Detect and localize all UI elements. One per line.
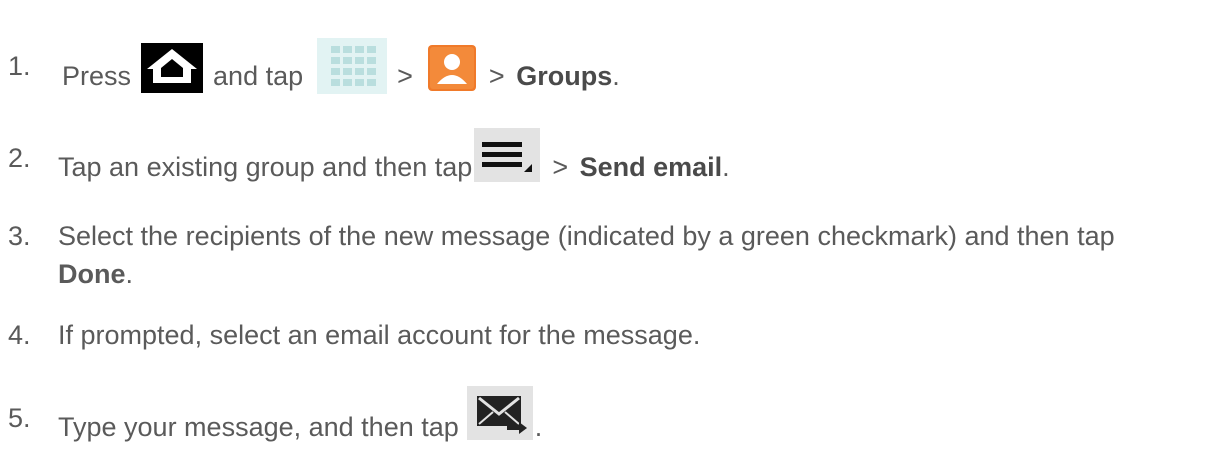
step-word: Press — [62, 61, 132, 92]
step-text-continued: Done. — [58, 258, 133, 290]
step-number: 4. — [8, 320, 31, 350]
contacts-icon — [425, 42, 479, 94]
send-message-icon — [466, 386, 533, 440]
step-text: Press and tap > > Groups. — [58, 38, 620, 106]
period: . — [534, 412, 543, 443]
separator: > — [488, 61, 505, 92]
step-sentence: Tap an existing group and then tap — [58, 152, 473, 183]
step-word: and tap — [213, 61, 304, 92]
step-number: 5. — [8, 403, 31, 433]
send-email-label: Send email — [579, 152, 723, 183]
done-label: Done — [58, 259, 126, 289]
period: . — [125, 259, 134, 289]
separator: > — [552, 152, 569, 183]
home-icon — [141, 43, 204, 93]
step-sentence: Type your message, and then tap — [58, 412, 459, 443]
separator: > — [397, 61, 413, 92]
apps-grid-icon — [317, 38, 388, 94]
period: . — [612, 61, 620, 92]
menu-icon — [474, 128, 541, 182]
step-text: Tap an existing group and then tap > Sen… — [58, 128, 730, 196]
step-sentence: If prompted, select an email account for… — [58, 320, 701, 350]
period: . — [722, 152, 730, 183]
step-number: 1. — [8, 51, 31, 81]
step-sentence: Select the recipients of the new message… — [58, 221, 1115, 251]
step-number: 3. — [8, 221, 31, 251]
step-number: 2. — [8, 143, 31, 173]
groups-label: Groups — [516, 61, 613, 92]
